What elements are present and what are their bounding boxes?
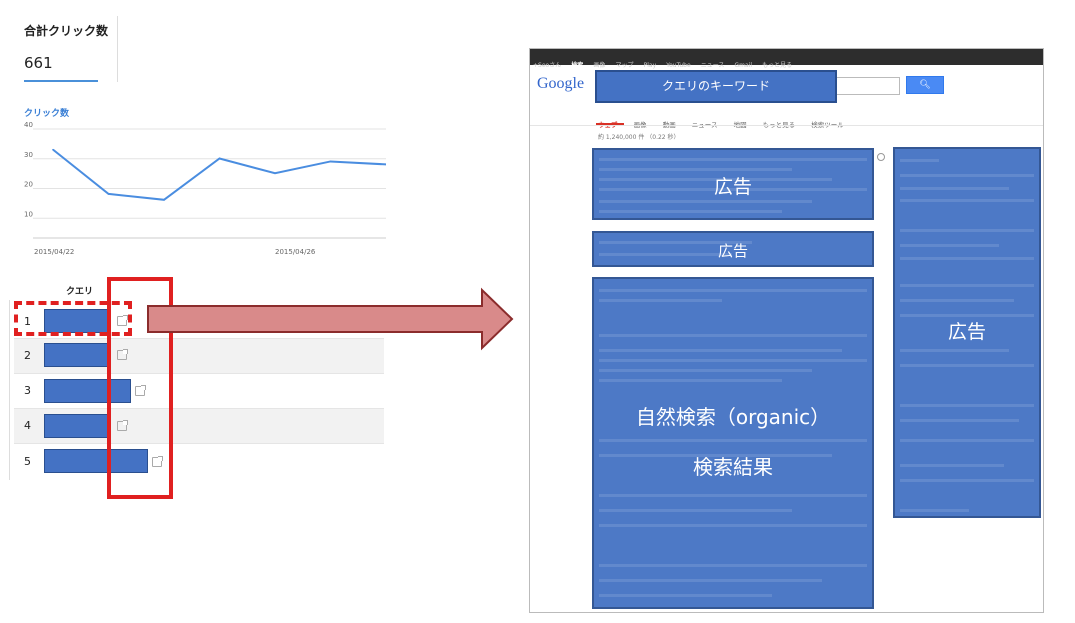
row-number: 4: [24, 419, 31, 432]
row-number: 2: [24, 349, 31, 362]
row-divider: [14, 408, 384, 409]
metric-divider: [117, 16, 118, 82]
data-point[interactable]: [163, 199, 165, 201]
total-clicks-value: 661: [24, 54, 53, 72]
topbar-item[interactable]: Gmail: [735, 62, 753, 69]
x-tick-label: 2015/04/22: [34, 248, 74, 256]
search-input-field[interactable]: [836, 77, 900, 95]
topbar-item[interactable]: マップ: [616, 62, 634, 69]
info-icon[interactable]: [877, 153, 885, 161]
organic-results-block[interactable]: 自然検索（organic） 検索結果: [592, 277, 874, 609]
y-tick-label: 40: [24, 121, 33, 129]
ad-block-middle[interactable]: 広告: [592, 231, 874, 267]
search-button[interactable]: 🔍︎: [906, 76, 944, 94]
query-column-header: クエリ: [66, 287, 94, 297]
data-point[interactable]: [218, 157, 221, 160]
topbar-item[interactable]: 画像: [593, 62, 605, 69]
table-left-border: [9, 300, 10, 480]
row-divider: [14, 443, 384, 444]
total-clicks-title: 合計クリック数: [24, 24, 109, 38]
y-tick-label: 10: [24, 210, 33, 218]
search-query-keyword[interactable]: クエリのキーワード: [595, 70, 837, 103]
data-point[interactable]: [107, 193, 110, 195]
result-count: 約 1,240,000 件 （0.22 秒）: [598, 134, 680, 141]
metric-underline: [24, 80, 98, 82]
data-point[interactable]: [329, 160, 332, 163]
ad-block-right[interactable]: 広告: [893, 147, 1041, 518]
topbar-item[interactable]: もっと見る: [762, 62, 792, 69]
google-top-bar: +Seoさん 検索 画像 マップ Play YouTube ニュース Gmail…: [530, 49, 1043, 69]
y-tick-label: 30: [24, 151, 33, 159]
search-results-page: +Seoさん 検索 画像 マップ Play YouTube ニュース Gmail…: [529, 48, 1044, 613]
data-point[interactable]: [274, 172, 276, 175]
topbar-item[interactable]: YouTube: [666, 62, 690, 69]
row-number: 5: [24, 455, 31, 468]
query-text-redacted[interactable]: [44, 343, 110, 367]
ad-label: 広告: [713, 176, 752, 198]
clicks-line-chart: 40 30 20 10 2015/04/22 2015/04/26: [24, 121, 386, 256]
topbar-item[interactable]: +Seoさん: [533, 62, 561, 69]
clicks-series-line: [52, 148, 386, 201]
row-number: 3: [24, 384, 31, 397]
ad-label: 広告: [947, 321, 986, 343]
y-tick-label: 20: [24, 181, 33, 189]
organic-label-line2: 検索結果: [693, 455, 773, 479]
query-text-redacted[interactable]: [44, 414, 110, 438]
tabs-divider: [530, 125, 1043, 126]
topbar-item[interactable]: ニュース: [701, 62, 725, 69]
row-divider: [14, 373, 384, 374]
topbar-item[interactable]: Play: [644, 62, 657, 69]
google-logo[interactable]: Google: [537, 75, 584, 93]
organic-label-line1: 自然検索（organic）: [635, 405, 831, 429]
ad-block-top[interactable]: 広告: [592, 148, 874, 220]
x-tick-label: 2015/04/26: [275, 248, 316, 256]
pointer-arrow: [147, 287, 514, 351]
data-point[interactable]: [52, 148, 54, 151]
topbar-item[interactable]: 検索: [571, 62, 583, 69]
ad-label: 広告: [717, 242, 748, 260]
